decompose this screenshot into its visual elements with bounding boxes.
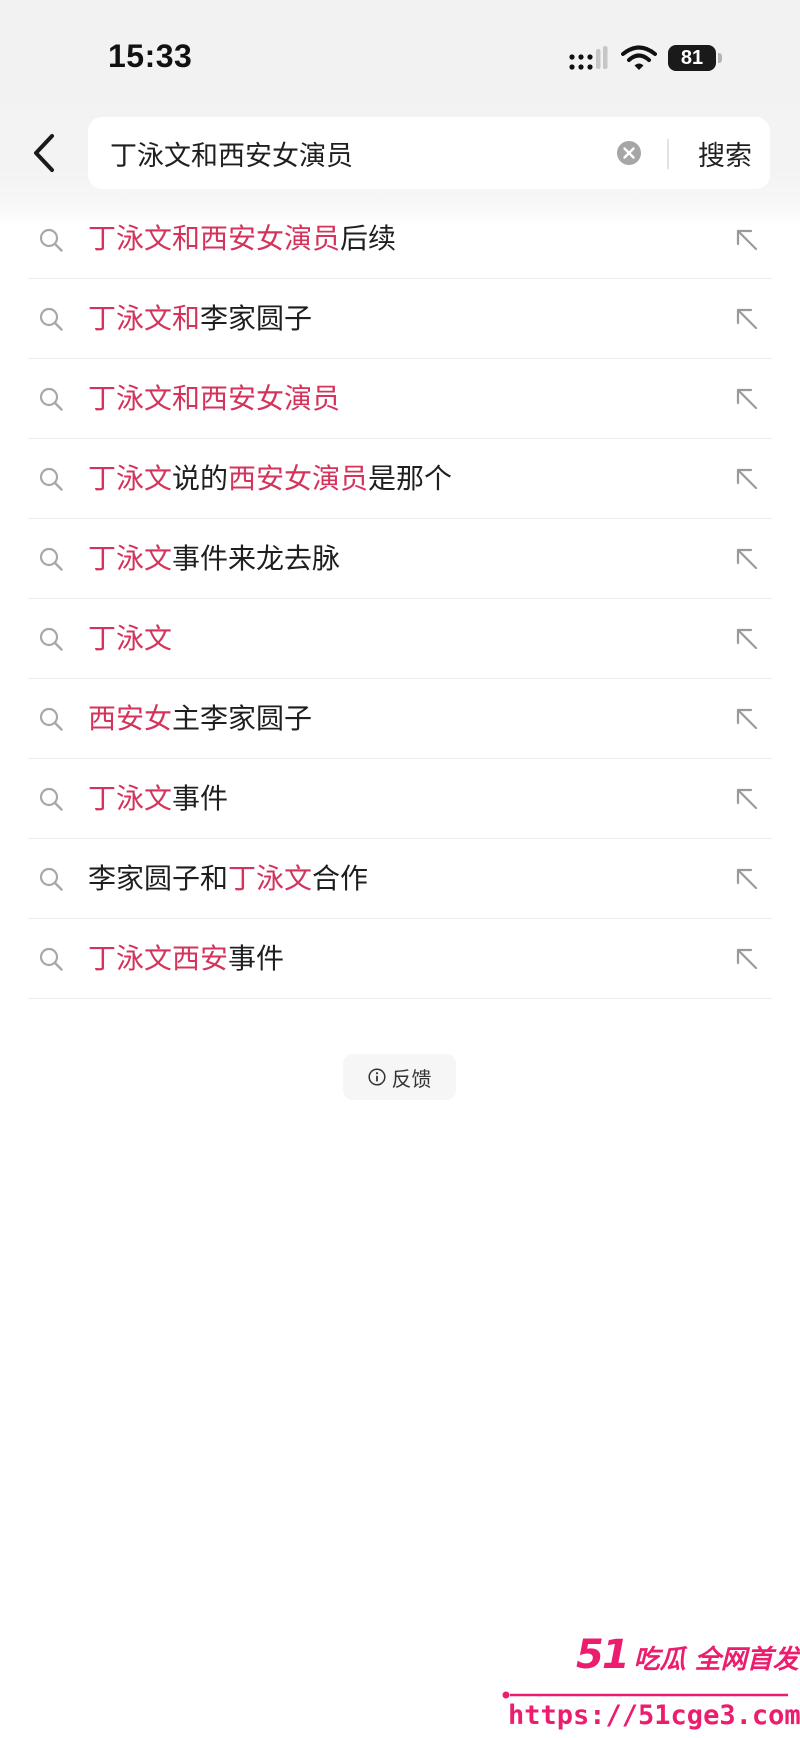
suggestion-text-part: 李家圆子和: [88, 862, 229, 895]
suggestion-text: 丁泳文和李家圆子: [88, 279, 312, 359]
suggestion-row[interactable]: 丁泳文和西安女演员后续: [28, 200, 772, 279]
suggestion-text: 西安女主李家圆子: [88, 679, 312, 759]
highlighted-keyword: 丁泳文: [88, 782, 173, 815]
suggestion-text: 丁泳文和西安女演员: [88, 359, 340, 439]
clear-icon[interactable]: [616, 140, 642, 166]
highlighted-keyword: 西安女: [88, 702, 173, 735]
search-suggestion-screen: 15:33 81 丁泳文和西安女演员 搜索 丁泳文和西安女演员后续 丁泳文和李家…: [0, 0, 800, 1738]
watermark: 51 吃瓜 全网首发 https://51cge3.com: [498, 1628, 800, 1738]
suggestion-text: 丁泳文说的西安女演员是那个: [88, 439, 452, 519]
suggestion-text: 丁泳文事件: [88, 759, 228, 839]
highlighted-keyword: 西安女演员: [228, 462, 369, 495]
suggestion-text: 李家圆子和丁泳文合作: [88, 839, 368, 919]
wifi-icon: [621, 45, 657, 70]
suggestion-text-part: 事件: [228, 942, 285, 975]
fill-query-arrow-icon[interactable]: [734, 786, 760, 812]
search-icon: [38, 227, 64, 253]
suggestion-text-part: 说的: [172, 462, 229, 495]
fill-query-arrow-icon[interactable]: [734, 306, 760, 332]
suggestion-text-part: 后续: [340, 222, 397, 255]
search-box: 搜索: [88, 117, 770, 189]
highlighted-keyword: 丁泳文: [228, 862, 313, 895]
fill-query-arrow-icon[interactable]: [734, 227, 760, 253]
watermark-brand-text: 吃瓜 全网首发: [633, 1645, 799, 1675]
watermark-number: 51: [576, 1632, 630, 1678]
suggestion-text-part: 事件: [172, 782, 229, 815]
fill-query-arrow-icon[interactable]: [734, 386, 760, 412]
cellular-signal-icon: [569, 46, 608, 70]
suggestion-row[interactable]: 丁泳文事件: [28, 759, 772, 839]
search-icon: [38, 866, 64, 892]
suggestion-text: 丁泳文和西安女演员后续: [88, 200, 396, 278]
suggestion-text-part: 李家圆子: [200, 302, 313, 335]
info-icon: [367, 1068, 386, 1086]
search-icon: [38, 466, 64, 492]
suggestion-row[interactable]: 李家圆子和丁泳文合作: [28, 839, 772, 919]
fill-query-arrow-icon[interactable]: [734, 466, 760, 492]
fill-query-arrow-icon[interactable]: [734, 626, 760, 652]
search-icon: [38, 626, 64, 652]
status-bar: 15:33 81: [0, 0, 800, 110]
battery-level: 81: [680, 46, 704, 69]
search-icon: [38, 786, 64, 812]
suggestion-text: 丁泳文西安事件: [88, 919, 284, 999]
highlighted-keyword: 丁泳文西安: [88, 942, 229, 975]
suggestion-text-part: 合作: [312, 862, 369, 895]
search-icon: [38, 946, 64, 972]
top-region: 15:33 81 丁泳文和西安女演员 搜索: [0, 0, 800, 226]
feedback-button[interactable]: 反馈: [343, 1054, 456, 1100]
suggestion-row[interactable]: 丁泳文: [28, 599, 772, 679]
back-button[interactable]: [22, 125, 66, 181]
highlighted-keyword: 丁泳文和西安女演员: [88, 382, 341, 415]
suggestion-text: 丁泳文: [88, 599, 172, 679]
search-input[interactable]: [110, 117, 610, 189]
suggestion-list: 丁泳文和西安女演员后续 丁泳文和李家圆子 丁泳文和西安女演员 丁泳文说的西安女演员是那…: [28, 200, 772, 999]
fill-query-arrow-icon[interactable]: [734, 706, 760, 732]
fill-query-arrow-icon[interactable]: [734, 546, 760, 572]
feedback-label: 反馈: [391, 1066, 432, 1091]
suggestion-row[interactable]: 丁泳文和李家圆子: [28, 279, 772, 359]
fill-query-arrow-icon[interactable]: [734, 946, 760, 972]
suggestion-text-part: 主李家圆子: [172, 702, 313, 735]
search-icon: [38, 546, 64, 572]
search-icon: [38, 706, 64, 732]
status-time: 15:33: [108, 38, 193, 74]
suggestion-row[interactable]: 西安女主李家圆子: [28, 679, 772, 759]
suggestion-row[interactable]: 丁泳文说的西安女演员是那个: [28, 439, 772, 519]
highlighted-keyword: 丁泳文: [88, 462, 173, 495]
search-icon: [38, 386, 64, 412]
chevron-left-icon: [34, 134, 54, 172]
watermark-brand: 51 吃瓜 全网首发: [576, 1632, 799, 1678]
battery-cap: [718, 53, 722, 63]
highlighted-keyword: 丁泳文: [88, 542, 173, 575]
watermark-url: https://51cge3.com: [508, 1700, 800, 1731]
watermark-divider: [502, 1691, 788, 1699]
highlighted-keyword: 丁泳文: [88, 622, 173, 655]
highlighted-keyword: 丁泳文和: [88, 302, 201, 335]
suggestion-row[interactable]: 丁泳文西安事件: [28, 919, 772, 999]
search-divider: [667, 139, 669, 169]
suggestion-text-part: 事件来龙去脉: [172, 542, 341, 575]
suggestion-row[interactable]: 丁泳文事件来龙去脉: [28, 519, 772, 599]
battery-icon: 81: [668, 45, 716, 71]
suggestion-row[interactable]: 丁泳文和西安女演员: [28, 359, 772, 439]
search-button[interactable]: 搜索: [680, 117, 770, 189]
search-icon: [38, 306, 64, 332]
suggestion-text-part: 是那个: [368, 462, 453, 495]
highlighted-keyword: 丁泳文和西安女演员: [88, 222, 341, 255]
suggestion-text: 丁泳文事件来龙去脉: [88, 519, 340, 599]
fill-query-arrow-icon[interactable]: [734, 866, 760, 892]
